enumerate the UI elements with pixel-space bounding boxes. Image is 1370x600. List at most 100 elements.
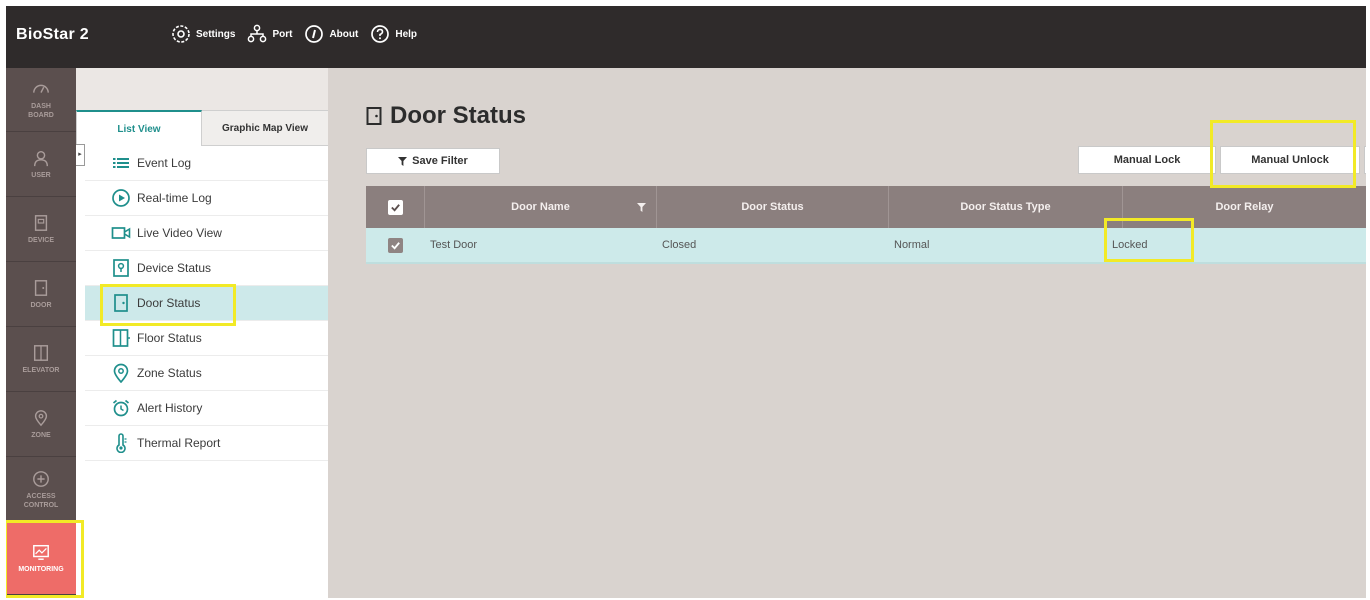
check-icon: [390, 241, 400, 250]
collapse-panel-button[interactable]: ▸: [76, 144, 85, 166]
column-header-door-relay[interactable]: Door Relay: [1122, 186, 1366, 228]
column-label: Door Relay: [1215, 201, 1274, 213]
view-tabs: List View Graphic Map View: [76, 110, 328, 146]
menu-item-realtime-log[interactable]: Real-time Log: [85, 181, 328, 216]
about-link[interactable]: About: [304, 24, 358, 44]
network-icon: [248, 24, 267, 43]
header-select-cell: [366, 186, 424, 228]
rail-item-monitoring[interactable]: MONITORING: [6, 523, 76, 595]
rail-item-access-control[interactable]: ACCESS CONTROL: [6, 458, 76, 522]
settings-link[interactable]: Settings: [171, 24, 235, 44]
info-icon: [305, 25, 324, 43]
manual-lock-button[interactable]: Manual Lock: [1078, 146, 1216, 174]
settings-label: Settings: [196, 28, 236, 40]
tab-graphic-map-view[interactable]: Graphic Map View: [202, 110, 328, 146]
zone-icon: [34, 410, 48, 427]
menu-item-live-video-view[interactable]: Live Video View: [85, 216, 328, 251]
rail-label: MONITORING: [18, 566, 64, 573]
menu-item-label: Thermal Report: [137, 436, 221, 450]
rail-item-dashboard[interactable]: DASH BOARD: [6, 68, 76, 132]
help-label: Help: [395, 28, 418, 40]
select-all-checkbox[interactable]: [387, 199, 403, 215]
manual-unlock-button[interactable]: Manual Unlock: [1220, 146, 1360, 174]
app-window: BioStar 2 Settings Port About Help DASH …: [6, 6, 1366, 598]
rail-label: ZONE: [31, 432, 51, 439]
rail-label: ACCESS: [26, 492, 56, 500]
about-label: About: [329, 28, 359, 40]
door-icon: [34, 280, 48, 296]
tab-list-view[interactable]: List View: [76, 110, 202, 146]
column-header-door-name[interactable]: Door Name: [424, 186, 656, 228]
rail-item-elevator[interactable]: ELEVATOR: [6, 328, 76, 392]
dashboard-icon: [33, 84, 49, 93]
menu-item-label: Floor Status: [137, 331, 202, 345]
play-icon: [112, 189, 130, 207]
app-logo: BioStar 2: [16, 26, 89, 43]
menu-item-label: Device Status: [137, 261, 212, 275]
cell-door-status: Closed: [662, 239, 697, 251]
thermometer-icon: [116, 433, 127, 453]
more-actions-button[interactable]: [1364, 146, 1366, 174]
main-content: Door Status Save Filter Manual Lock Manu…: [328, 68, 1366, 598]
menu-item-thermal-report[interactable]: Thermal Report: [85, 426, 328, 461]
menu-item-label: Door Status: [137, 296, 201, 310]
rail-label: BOARD: [28, 111, 54, 119]
menu-header: [76, 68, 328, 110]
menu-item-device-status[interactable]: Device Status: [85, 251, 328, 286]
table-header: Door Name Door Status Door Status Type D…: [366, 186, 1366, 228]
device-status-icon: [113, 259, 129, 277]
door-status-table: Door Name Door Status Door Status Type D…: [366, 186, 1366, 264]
rail-label: CONTROL: [23, 501, 59, 509]
left-nav-rail: DASH BOARD USER DEVICE DOOR ELEVATOR ZON…: [6, 68, 76, 598]
elevator-icon: [33, 345, 49, 361]
column-label: Door Status: [741, 201, 804, 213]
filter-icon: [398, 156, 408, 166]
help-icon: [371, 25, 390, 43]
rail-label: DEVICE: [27, 237, 55, 244]
help-link[interactable]: Help: [370, 24, 417, 44]
rail-item-door[interactable]: DOOR: [6, 263, 76, 327]
column-header-door-status-type[interactable]: Door Status Type: [888, 186, 1122, 228]
menu-item-floor-status[interactable]: Floor Status: [85, 321, 328, 356]
menu-item-event-log[interactable]: Event Log: [85, 146, 328, 181]
event-log-icon: [113, 158, 129, 168]
monitoring-icon: [33, 544, 49, 560]
row-checkbox[interactable]: [387, 237, 403, 253]
table-row[interactable]: Test Door Closed Normal Locked: [366, 228, 1366, 264]
menu-item-label: Event Log: [137, 156, 192, 170]
menu-item-label: Zone Status: [137, 366, 202, 380]
page-title: Door Status: [366, 102, 526, 130]
floor-status-icon: [112, 329, 130, 347]
check-icon: [390, 203, 400, 212]
menu-item-label: Real-time Log: [137, 191, 212, 205]
rail-item-user[interactable]: USER: [6, 133, 76, 197]
monitoring-menu-panel: List View Graphic Map View ▸ Event Log R…: [76, 68, 328, 598]
page-title-text: Door Status: [390, 102, 527, 129]
column-label: Door Status Type: [960, 201, 1051, 213]
menu-list: Event Log Real-time Log Live Video View …: [85, 146, 328, 461]
menu-item-alert-history[interactable]: Alert History: [85, 391, 328, 426]
door-status-icon: [114, 294, 128, 312]
location-pin-icon: [113, 363, 129, 383]
rail-label: USER: [31, 172, 51, 179]
menu-item-zone-status[interactable]: Zone Status: [85, 356, 328, 391]
door-icon: [366, 107, 382, 125]
rail-label: DOOR: [30, 302, 52, 309]
video-camera-icon: [111, 227, 131, 239]
rail-item-zone[interactable]: ZONE: [6, 393, 76, 457]
user-icon: [33, 150, 49, 167]
save-filter-button[interactable]: Save Filter: [366, 148, 500, 174]
column-header-door-status[interactable]: Door Status: [656, 186, 888, 228]
rail-label: ELEVATOR: [22, 367, 60, 374]
cell-door-status-type: Normal: [894, 239, 930, 251]
filter-icon[interactable]: [637, 202, 646, 212]
port-link[interactable]: Port: [247, 24, 292, 44]
alarm-clock-icon: [112, 399, 130, 417]
menu-item-door-status[interactable]: Door Status: [85, 286, 328, 321]
top-bar: BioStar 2 Settings Port About Help: [6, 6, 1366, 68]
menu-item-label: Alert History: [137, 401, 203, 415]
row-select-cell: [366, 228, 424, 262]
column-label: Door Name: [511, 201, 570, 213]
rail-item-device[interactable]: DEVICE: [6, 198, 76, 262]
save-filter-label: Save Filter: [412, 155, 468, 167]
